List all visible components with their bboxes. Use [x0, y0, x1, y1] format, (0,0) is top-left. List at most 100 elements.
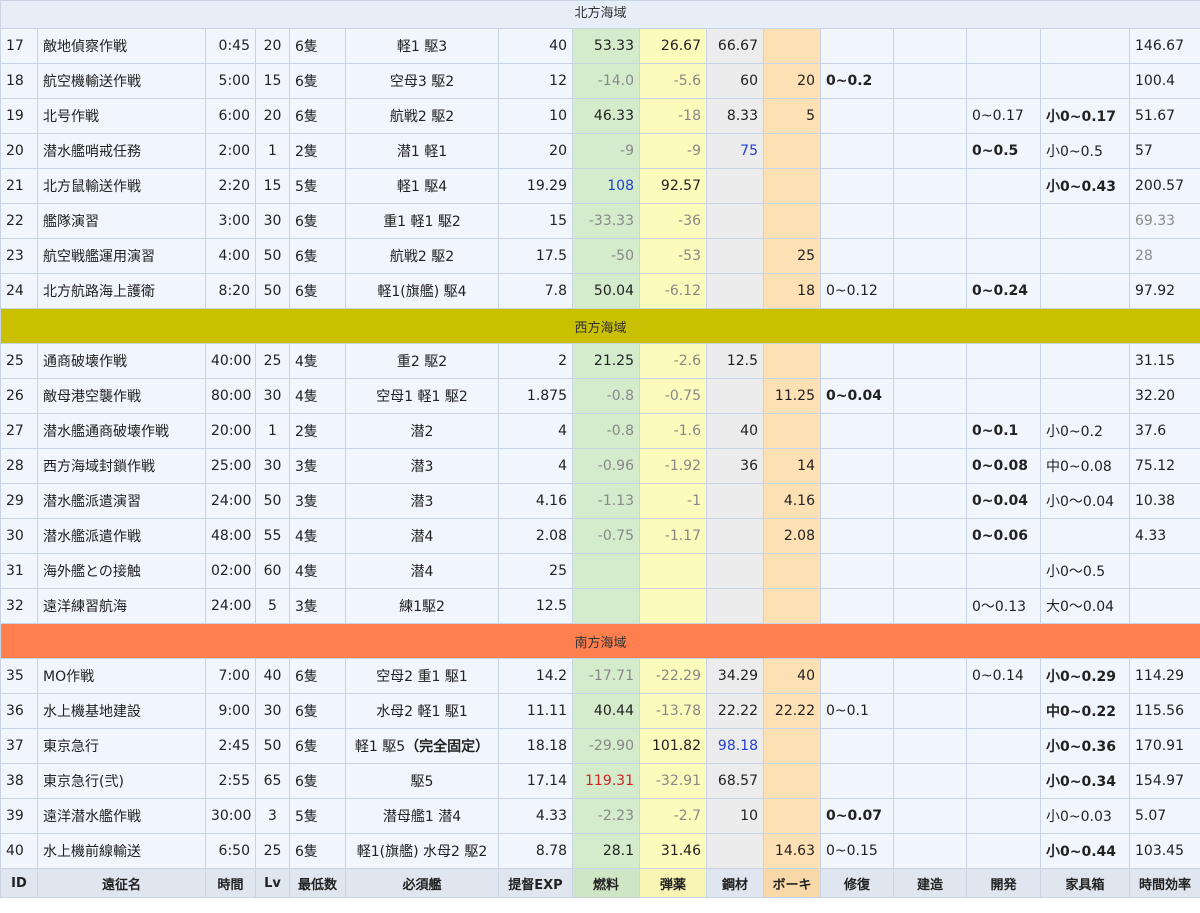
cell-time: 0:45: [205, 28, 256, 64]
col-header-build[interactable]: 建造: [893, 868, 967, 898]
cell-min: 6隻: [289, 693, 346, 729]
cell-req: 潜2: [345, 413, 499, 449]
cell-eff: 57: [1128, 133, 1200, 169]
col-header-id[interactable]: ID: [0, 868, 38, 898]
cell-repair: 0~0.04: [820, 378, 894, 414]
cell-id: 35: [0, 658, 38, 694]
cell-req: 潜4: [345, 553, 499, 589]
cell-name: 敵母港空襲作戦: [37, 378, 206, 414]
cell-dev: [966, 343, 1041, 379]
cell-bauxite: 14: [763, 448, 821, 484]
cell-eff: 32.20: [1128, 378, 1200, 414]
expedition-row-17: 17 敵地偵察作戦 0:45 20 6隻 軽1 駆3 40 53.33 26.67 66.67 14…: [0, 28, 1200, 64]
cell-fuel: -0.96: [572, 448, 640, 484]
cell-dev: [966, 203, 1041, 239]
cell-eff: 37.6: [1128, 413, 1200, 449]
col-header-box[interactable]: 家具箱: [1040, 868, 1130, 898]
cell-repair: [820, 483, 894, 519]
cell-name: 西方海域封鎖作戦: [37, 448, 206, 484]
cell-dev: 0~0.14: [966, 658, 1041, 694]
cell-eff: 10.38: [1128, 483, 1200, 519]
cell-id: 27: [0, 413, 38, 449]
cell-bauxite: 40: [763, 658, 821, 694]
cell-steel: [706, 203, 764, 239]
cell-box: [1040, 378, 1130, 414]
cell-bauxite: 4.16: [763, 483, 821, 519]
cell-build: [893, 553, 967, 589]
cell-ammo: -6.12: [639, 273, 707, 309]
cell-build: [893, 378, 967, 414]
expedition-table-body: 北方海域 17 敵地偵察作戦 0:45 20 6隻 軽1 駆3 40 53.33 26.67 66…: [0, 0, 1200, 898]
cell-req: 軽1 駆3: [345, 28, 499, 64]
cell-name: 北方鼠輸送作戦: [37, 168, 206, 204]
cell-build: [893, 518, 967, 554]
cell-steel: 68.57: [706, 763, 764, 799]
expedition-row-40: 40 水上機前線輸送 6:50 25 6隻 軽1(旗艦) 水母2 駆2 8.78 28.1 31…: [0, 833, 1200, 869]
cell-time: 2:45: [205, 728, 256, 764]
cell-req: 航戦2 駆2: [345, 98, 499, 134]
cell-fuel: -0.75: [572, 518, 640, 554]
col-header-steel[interactable]: 鋼材: [706, 868, 764, 898]
expedition-row-22: 22 艦隊演習 3:00 30 6隻 重1 軽1 駆2 15 -33.33 -36 69.33: [0, 203, 1200, 239]
cell-id: 39: [0, 798, 38, 834]
cell-lv: 30: [255, 448, 290, 484]
cell-eff: 170.91: [1128, 728, 1200, 764]
cell-build: [893, 273, 967, 309]
cell-bauxite: [763, 203, 821, 239]
cell-min: 4隻: [289, 518, 346, 554]
expedition-row-27: 27 潜水艦通商破壊作戦 20:00 1 2隻 潜2 4 -0.8 -1.6 40 0~0.1 小0~…: [0, 413, 1200, 449]
expedition-row-28: 28 西方海域封鎖作戦 25:00 30 3隻 潜3 4 -0.96 -1.92 36 14 0~0.…: [0, 448, 1200, 484]
col-header-name[interactable]: 遠征名: [37, 868, 206, 898]
col-header-lv[interactable]: Lv: [255, 868, 290, 898]
cell-time: 3:00: [205, 203, 256, 239]
cell-exp: 11.11: [498, 693, 573, 729]
cell-min: 6隻: [289, 98, 346, 134]
cell-box: 小0~0.2: [1040, 413, 1130, 449]
cell-repair: 0~0.12: [820, 273, 894, 309]
cell-ammo: [639, 553, 707, 589]
cell-name: 遠洋潜水艦作戦: [37, 798, 206, 834]
cell-steel: [706, 168, 764, 204]
col-header-bauxite[interactable]: ボーキ: [763, 868, 821, 898]
section-title-south: 南方海域: [0, 623, 1200, 659]
required-ships-text: 軽1 駆5: [354, 739, 406, 755]
expedition-row-18: 18 航空機輸送作戦 5:00 15 6隻 空母3 駆2 12 -14.0 -5.6 60 20 0~…: [0, 63, 1200, 99]
cell-time: 2:55: [205, 763, 256, 799]
cell-dev: [966, 168, 1041, 204]
cell-id: 17: [0, 28, 38, 64]
col-header-repair[interactable]: 修復: [820, 868, 894, 898]
cell-dev: [966, 63, 1041, 99]
cell-ammo: -2.6: [639, 343, 707, 379]
cell-id: 26: [0, 378, 38, 414]
col-header-ammo[interactable]: 弾薬: [639, 868, 707, 898]
col-header-time[interactable]: 時間: [205, 868, 256, 898]
cell-build: [893, 63, 967, 99]
cell-exp: 2.08: [498, 518, 573, 554]
cell-lv: 40: [255, 658, 290, 694]
section-title-north: 北方海域: [0, 0, 1200, 29]
cell-build: [893, 343, 967, 379]
cell-exp: 20: [498, 133, 573, 169]
cell-repair: [820, 28, 894, 64]
cell-steel: 40: [706, 413, 764, 449]
cell-fuel: -50: [572, 238, 640, 274]
cell-exp: 17.5: [498, 238, 573, 274]
cell-id: 23: [0, 238, 38, 274]
cell-ammo: -13.78: [639, 693, 707, 729]
cell-repair: 0~0.15: [820, 833, 894, 869]
cell-build: [893, 763, 967, 799]
col-header-exp[interactable]: 提督EXP: [498, 868, 573, 898]
cell-min: 6隻: [289, 63, 346, 99]
cell-dev: 0~0.5: [966, 133, 1041, 169]
col-header-eff[interactable]: 時間効率: [1128, 868, 1200, 898]
col-header-min[interactable]: 最低数: [289, 868, 346, 898]
col-header-dev[interactable]: 開発: [966, 868, 1041, 898]
expedition-row-25: 25 通商破壊作戦 40:00 25 4隻 重2 駆2 2 21.25 -2.6 12.5 31.1…: [0, 343, 1200, 379]
cell-req: 空母2 重1 駆1: [345, 658, 499, 694]
cell-build: [893, 833, 967, 869]
col-header-fuel[interactable]: 燃料: [572, 868, 640, 898]
cell-lv: 65: [255, 763, 290, 799]
col-header-req[interactable]: 必須艦: [345, 868, 499, 898]
cell-build: [893, 413, 967, 449]
required-ships-fixed-note: （完全固定）: [405, 739, 490, 755]
